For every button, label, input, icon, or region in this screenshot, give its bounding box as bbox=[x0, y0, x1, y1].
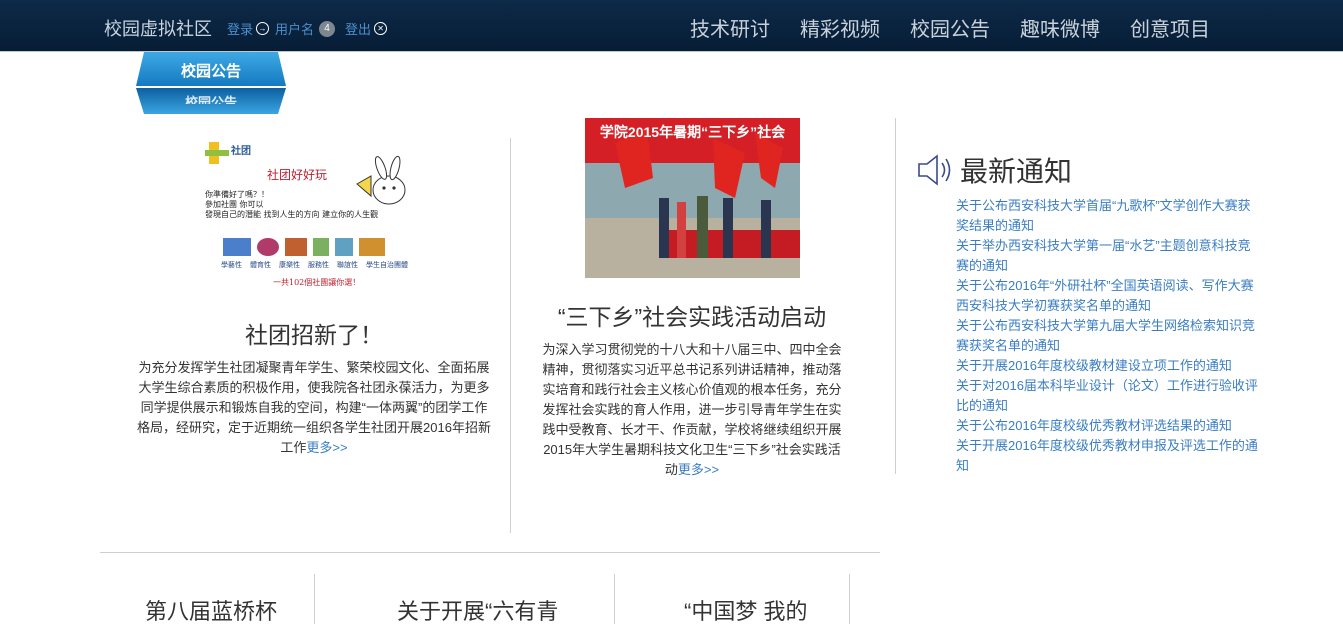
flag-icon bbox=[335, 238, 353, 256]
poster-text: 你準備好了嗎？！ 參加社團 你可以 發現自己的潛能 找到人生的方向 建立你的人生… bbox=[205, 190, 378, 220]
article-title[interactable]: 社团招新了！ bbox=[137, 316, 491, 350]
notice-item[interactable]: 关于公布西安科技大学首届“九歌杯”文学创作大赛获奖结果的通知 bbox=[956, 196, 1262, 236]
nav-item-project[interactable]: 创意项目 bbox=[1130, 13, 1210, 42]
more-link[interactable]: 更多>> bbox=[306, 440, 347, 455]
notice-header: 最新通知 bbox=[916, 150, 1072, 190]
article-club-recruit: 社团招新了！ 为充分发挥学生社团凝聚青年学生、繁荣校园文化、全面拓展大学生综合素… bbox=[137, 316, 491, 458]
notification-badge[interactable]: 4 bbox=[319, 20, 336, 37]
poster-line: 發現自己的潛能 找到人生的方向 建立你的人生觀 bbox=[205, 210, 379, 219]
event-photo-image[interactable]: 学院2015年暑期“三下乡”社会 bbox=[585, 118, 800, 278]
ribbon-reflection: 校园公告 bbox=[184, 95, 237, 104]
column-divider bbox=[849, 574, 850, 624]
club-labels: 學藝性 體育性 康樂性 服務性 聯誼性 學生自治團體 bbox=[221, 260, 408, 270]
club-label: 聯誼性 bbox=[337, 261, 358, 269]
notice-item[interactable]: 关于举办西安科技大学第一届“水艺”主题创意科技竞赛的通知 bbox=[956, 236, 1262, 276]
column-divider bbox=[895, 118, 896, 474]
more-link[interactable]: 更多>> bbox=[678, 462, 719, 477]
club-label: 學藝性 bbox=[221, 261, 242, 269]
star-icon bbox=[223, 238, 251, 256]
logout-link[interactable]: 登出 bbox=[345, 19, 371, 38]
section-divider bbox=[100, 552, 880, 553]
arrow-right-icon[interactable]: → bbox=[256, 22, 270, 35]
photo-banner-text: 学院2015年暑期“三下乡”社会 bbox=[599, 124, 786, 140]
group-icon bbox=[359, 238, 385, 256]
top-bar: 校园虚拟社区 登录 → 用户名 4 登出 ✕ 技术研讨 精彩视频 校园公告 趣味… bbox=[0, 0, 1343, 52]
poster-line: 你準備好了嗎？！ bbox=[205, 190, 269, 199]
bottom-article-title[interactable]: 关于开展“六有青 bbox=[397, 594, 558, 626]
article-three-rural: “三下乡”社会实践活动启动 为深入学习贯彻党的十八大和十八届三中、四中全会精神，… bbox=[542, 298, 842, 480]
poster-footer: 一共102個社團讓你選！ bbox=[273, 278, 361, 287]
club-icons bbox=[223, 238, 385, 256]
photo-svg bbox=[585, 118, 800, 278]
notice-item[interactable]: 关于公布2016年“外研社杯”全国英语阅读、写作大赛西安科技大学初赛获奖名单的通… bbox=[956, 276, 1262, 316]
article-body: 为深入学习贯彻党的十八大和十八届三中、四中全会精神，贯彻落实习近平总书记系列讲话… bbox=[542, 340, 842, 480]
poster-tag: 社团 bbox=[231, 146, 251, 157]
auth-links: 登录 → 用户名 4 登出 ✕ bbox=[227, 19, 393, 38]
username-link[interactable]: 用户名 bbox=[275, 19, 314, 38]
close-icon[interactable]: ✕ bbox=[374, 22, 388, 35]
nav-item-weibo[interactable]: 趣味微博 bbox=[1020, 13, 1100, 42]
column-divider bbox=[510, 138, 511, 533]
speaker-icon bbox=[918, 154, 951, 186]
poster-cross-decor-2 bbox=[205, 150, 229, 156]
club-poster-image[interactable]: 社团 社团好好玩 你準備好了嗎？！ 參加社團 你可以 發現自己的潛能 找到人生的… bbox=[205, 138, 420, 293]
login-link[interactable]: 登录 bbox=[227, 19, 253, 38]
article-title[interactable]: “三下乡”社会实践活动启动 bbox=[542, 298, 842, 332]
poster-line: 參加社團 你可以 bbox=[205, 200, 264, 209]
nav-item-tech[interactable]: 技术研讨 bbox=[690, 13, 770, 42]
ribbon-label: 校园公告 bbox=[180, 63, 241, 80]
nav-item-notice[interactable]: 校园公告 bbox=[910, 13, 990, 42]
club-label: 體育性 bbox=[250, 261, 271, 269]
bottom-article-title[interactable]: 第八届蓝桥杯 bbox=[145, 594, 277, 626]
column-divider bbox=[314, 574, 315, 624]
notice-item[interactable]: 关于公布2016年度校级优秀教材评选结果的通知 bbox=[956, 416, 1262, 436]
article-body: 为充分发挥学生社团凝聚青年学生、繁荣校园文化、全面拓展大学生综合素质的积极作用，… bbox=[137, 358, 491, 458]
notice-item[interactable]: 关于开展2016年度校级优秀教材申报及评选工作的通知 bbox=[956, 436, 1262, 476]
poster-headline: 社团好好玩 bbox=[267, 168, 328, 182]
club-label: 康樂性 bbox=[279, 261, 300, 269]
section-ribbon: 校园公告 校园公告 bbox=[136, 52, 286, 114]
site-title[interactable]: 校园虚拟社区 bbox=[104, 15, 212, 41]
main-nav: 技术研讨 精彩视频 校园公告 趣味微博 创意项目 bbox=[690, 13, 1240, 42]
column-divider bbox=[614, 574, 615, 624]
bottom-article-title[interactable]: “中国梦 我的 bbox=[684, 594, 807, 626]
notice-list: 关于公布西安科技大学首届“九歌杯”文学创作大赛获奖结果的通知 关于举办西安科技大… bbox=[956, 196, 1262, 476]
article-text: 为深入学习贯彻党的十八大和十八届三中、四中全会精神，贯彻落实习近平总书记系列讲话… bbox=[542, 342, 842, 477]
club-label: 服務性 bbox=[308, 261, 329, 269]
brush-icon bbox=[285, 238, 307, 256]
notice-title: 最新通知 bbox=[960, 156, 1073, 187]
nav-item-video[interactable]: 精彩视频 bbox=[800, 13, 880, 42]
notice-item[interactable]: 关于对2016届本科毕业设计（论文）工作进行验收评比的通知 bbox=[956, 376, 1262, 416]
notice-item[interactable]: 关于开展2016年度校级教材建设立项工作的通知 bbox=[956, 356, 1262, 376]
ball-icon bbox=[257, 238, 279, 256]
notice-item[interactable]: 关于公布西安科技大学第九届大学生网络检索知识竞赛获奖名单的通知 bbox=[956, 316, 1262, 356]
person-icon bbox=[313, 238, 329, 256]
club-label: 學生自治團體 bbox=[366, 261, 408, 269]
